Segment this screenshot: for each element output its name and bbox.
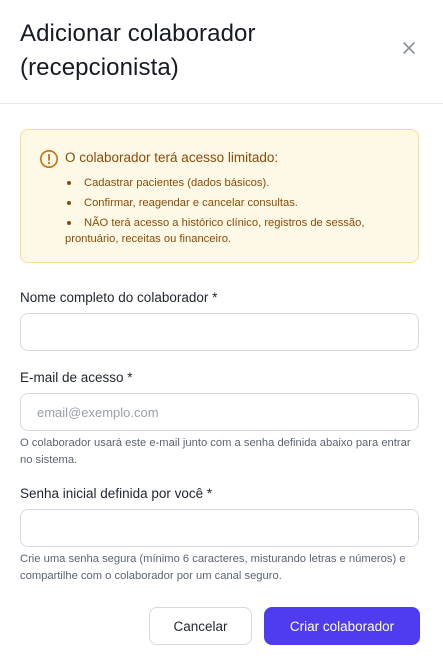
alert-item: NÃO terá acesso a histórico clínico, reg… bbox=[65, 215, 405, 247]
dialog-header: Adicionar colaborador (recepcionista) bbox=[0, 0, 443, 104]
email-input[interactable] bbox=[20, 393, 419, 431]
alert-circle-icon bbox=[40, 150, 58, 168]
email-help-text: O colaborador usará este e-mail junto co… bbox=[20, 437, 411, 466]
password-label: Senha inicial definida por você * bbox=[20, 486, 213, 501]
alert-item: Cadastrar pacientes (dados básicos). bbox=[65, 175, 405, 191]
create-collaborator-button[interactable]: Criar colaborador bbox=[264, 607, 420, 645]
email-label: E-mail de acesso * bbox=[20, 370, 133, 385]
alert-item: Confirmar, reagendar e cancelar consulta… bbox=[65, 195, 405, 211]
close-icon bbox=[403, 42, 415, 54]
password-help-text: Crie uma senha segura (mínimo 6 caracter… bbox=[20, 553, 406, 582]
limited-access-alert: O colaborador terá acesso limitado: Cada… bbox=[20, 129, 419, 263]
cancel-button[interactable]: Cancelar bbox=[149, 607, 252, 645]
add-collaborator-dialog: Adicionar colaborador (recepcionista) O … bbox=[0, 0, 443, 670]
password-input[interactable] bbox=[20, 509, 419, 547]
dialog-title: Adicionar colaborador (recepcionista) bbox=[20, 20, 256, 81]
close-button[interactable] bbox=[397, 36, 421, 60]
name-input[interactable] bbox=[20, 313, 419, 351]
alert-list: Cadastrar pacientes (dados básicos). Con… bbox=[65, 175, 405, 251]
alert-title: O colaborador terá acesso limitado: bbox=[65, 150, 279, 165]
name-label: Nome completo do colaborador * bbox=[20, 290, 218, 305]
